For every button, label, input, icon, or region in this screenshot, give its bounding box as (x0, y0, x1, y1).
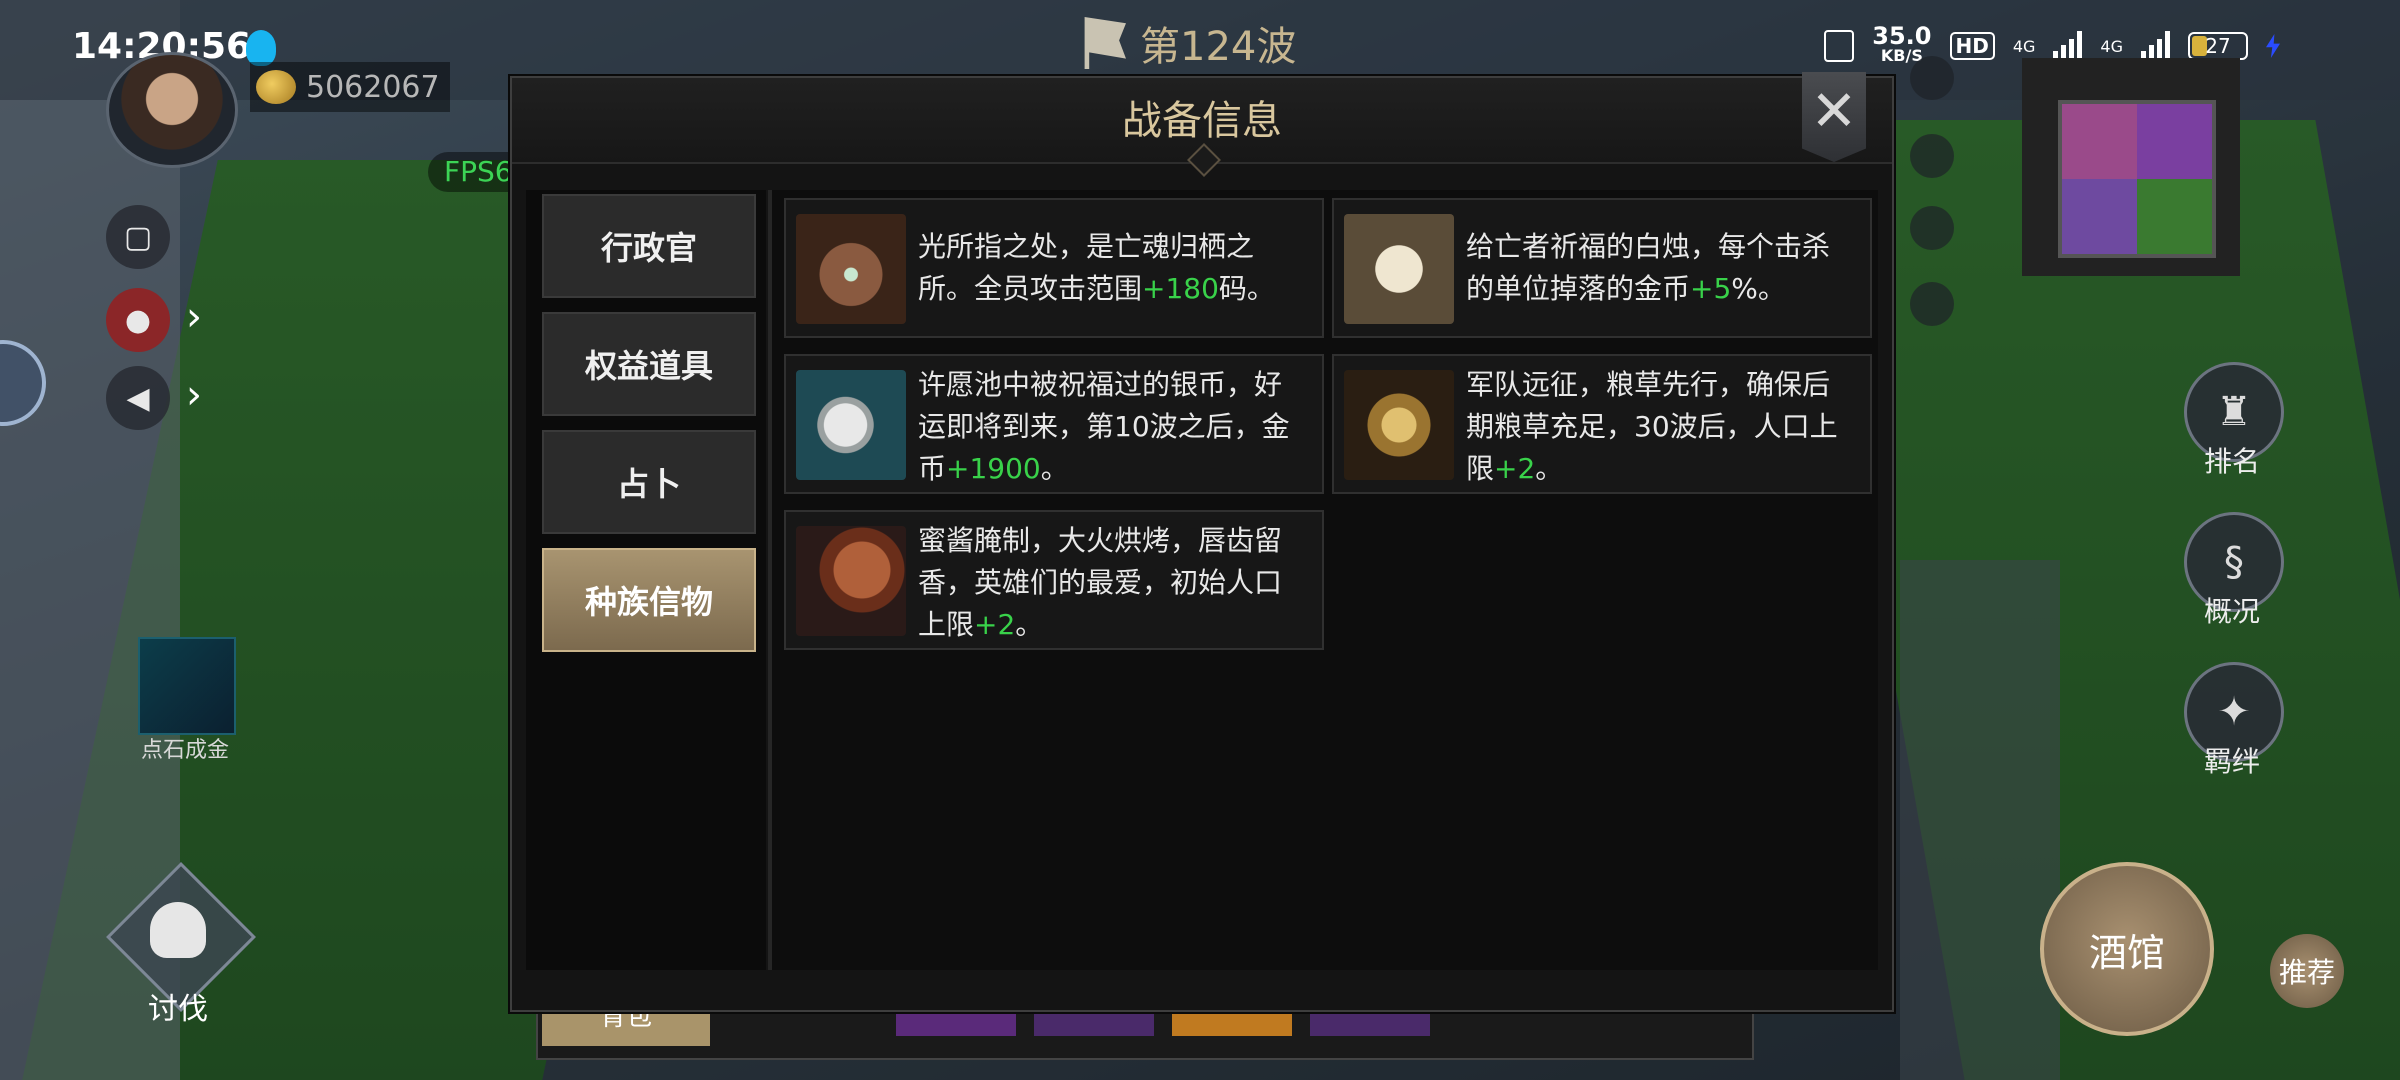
chevron-right-icon[interactable]: › (186, 294, 202, 340)
crusade-label: 讨伐 (148, 992, 208, 1027)
chevron-right-icon[interactable]: › (186, 372, 202, 418)
signal-icon (2053, 31, 2083, 61)
item-list: 光所指之处，是亡魂归栖之所。全员攻击范围+180码。 给亡者祈福的白烛，每个击杀… (768, 190, 1878, 970)
item-text-end: 。 (1015, 608, 1044, 641)
vibrate-icon (1824, 30, 1855, 62)
wave-indicator: 第124波 (1080, 8, 1380, 78)
net-speed-value: 35.0 (1872, 22, 1932, 50)
item-description: 军队远征，粮草先行，确保后期粮草充足，30波后，人口上限+2。 (1466, 364, 1856, 490)
bond-label: 羁绊 (2203, 745, 2260, 778)
monitor-button[interactable] (1910, 282, 1954, 326)
rank-icon: ♜ (2216, 389, 2252, 435)
scroll-icon: § (2224, 539, 2244, 585)
item-card[interactable]: 给亡者祈福的白烛，每个击杀的单位掉落的金币+5%。 (1332, 198, 1872, 338)
dialog-header: 战备信息 (512, 78, 1892, 177)
signal-icon (2141, 31, 2170, 61)
rank-label: 排名 (2203, 445, 2260, 478)
item-text-end: 。 (1040, 452, 1069, 485)
item-text-end: %。 (1731, 272, 1786, 305)
item-bonus: +2 (1494, 452, 1536, 485)
item-bonus: +180 (1142, 272, 1219, 305)
header-ornament (1187, 143, 1221, 177)
speaker-button[interactable]: ◀ (106, 366, 170, 430)
helmet-icon (150, 902, 206, 958)
lantern-icon (796, 214, 906, 324)
speaker-icon: ◀ (126, 380, 150, 416)
net-type-1: 4G (2012, 36, 2036, 56)
item-card[interactable]: 许愿池中被祝福过的银币，好运即将到来，第10波之后，金币+1900。 (784, 354, 1324, 494)
dialog-tabs: 行政官 权益道具 占卜 种族信物 (526, 190, 766, 970)
chat-icon: ▢ (123, 219, 153, 255)
battery-icon: 27 (2188, 32, 2248, 60)
sword-button[interactable] (1910, 206, 1954, 250)
minimap[interactable] (2022, 58, 2240, 276)
qq-icon (246, 30, 276, 66)
gold-coin-icon (256, 70, 296, 104)
play-button[interactable] (1910, 56, 1954, 100)
overview-label: 概况 (2203, 595, 2260, 628)
roast-leg-icon (796, 526, 906, 636)
gold-value: 5062067 (306, 69, 440, 105)
bond-icon: ✦ (2217, 689, 2251, 735)
bell-button[interactable] (1910, 134, 1954, 178)
tab-privilege-items[interactable]: 权益道具 (542, 312, 756, 416)
skill-alchemy-label: 点石成金 (140, 738, 229, 763)
charging-icon (2266, 34, 2280, 58)
item-card[interactable]: 军队远征，粮草先行，确保后期粮草充足，30波后，人口上限+2。 (1332, 354, 1872, 494)
chat-button[interactable]: ▢ (106, 205, 170, 269)
close-button[interactable]: ✕ (1802, 72, 1866, 162)
item-card[interactable]: 蜜酱腌制，大火烘烤，唇齿留香，英雄们的最爱，初始人口上限+2。 (784, 510, 1324, 650)
item-description: 光所指之处，是亡魂归栖之所。全员攻击范围+180码。 (918, 226, 1308, 310)
silver-coins-icon (796, 370, 906, 480)
grain-sack-icon (1344, 370, 1454, 480)
item-description: 许愿池中被祝福过的银币，好运即将到来，第10波之后，金币+1900。 (918, 364, 1308, 490)
tab-race-tokens[interactable]: 种族信物 (542, 548, 756, 652)
hd-icon: HD (1949, 32, 1995, 60)
item-card[interactable]: 光所指之处，是亡魂归栖之所。全员攻击范围+180码。 (784, 198, 1324, 338)
minimap-view (2058, 100, 2216, 258)
gold-counter: 5062067 (250, 62, 450, 112)
player-avatar[interactable] (106, 52, 238, 168)
wave-label: 第124波 (1140, 24, 1297, 70)
item-text-end: 。 (1535, 452, 1564, 485)
battery-level: 27 (2205, 34, 2231, 58)
close-icon: ✕ (1810, 79, 1858, 144)
tavern-button[interactable]: 酒馆 (2040, 862, 2214, 1036)
skill-alchemy[interactable] (138, 637, 236, 735)
tab-divination[interactable]: 占卜 (542, 430, 756, 534)
candle-icon (1344, 214, 1454, 324)
dialog-title: 战备信息 (1122, 98, 1282, 144)
recommend-button[interactable]: 推荐 (2270, 934, 2344, 1008)
equipment-info-dialog: 战备信息 ✕ 行政官 权益道具 占卜 种族信物 光所指之处，是亡魂归栖之所。全员… (510, 72, 1894, 1012)
item-text-end: 码。 (1218, 272, 1275, 305)
mic-muted-icon: ● (124, 302, 152, 338)
mic-button[interactable]: ● (106, 288, 170, 352)
net-type-2: 4G (2100, 36, 2123, 56)
item-bonus: +5 (1690, 272, 1732, 305)
item-bonus: +1900 (946, 452, 1041, 485)
item-description: 给亡者祈福的白烛，每个击杀的单位掉落的金币+5%。 (1466, 226, 1856, 310)
tab-administrator[interactable]: 行政官 (542, 194, 756, 298)
item-description: 蜜酱腌制，大火烘烤，唇齿留香，英雄们的最爱，初始人口上限+2。 (918, 520, 1308, 646)
item-bonus: +2 (974, 608, 1016, 641)
item-text: 蜜酱腌制，大火烘烤，唇齿留香，英雄们的最爱，初始人口上限 (918, 524, 1283, 641)
flag-icon (1084, 17, 1126, 69)
